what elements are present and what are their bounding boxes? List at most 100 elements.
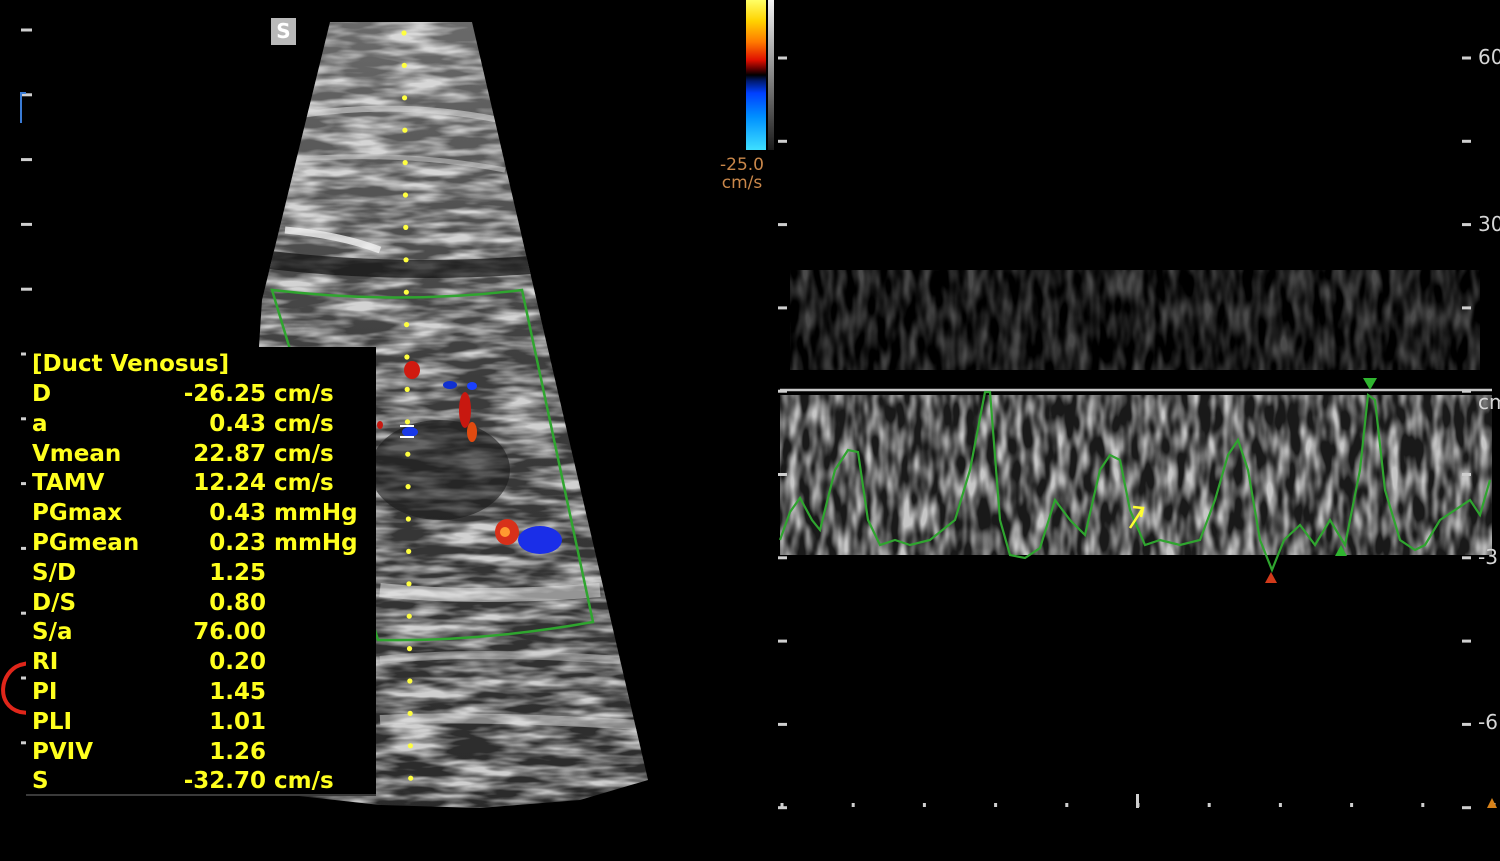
measurement-value: -32.70 — [183, 768, 266, 795]
measurement-row: PLI 1.01 — [26, 709, 376, 739]
measurement-label: PGmax — [32, 500, 123, 527]
measurement-label: RI — [32, 649, 59, 676]
velocity-label-neg60: -6 — [1478, 710, 1498, 734]
velocity-tick — [778, 56, 787, 60]
measurement-value: 76.00 — [193, 619, 266, 646]
measurement-row: PI 1.45 — [26, 679, 376, 709]
time-tick — [1207, 803, 1211, 807]
measurement-value: -26.25 — [183, 381, 266, 407]
depth-tick — [21, 287, 32, 291]
velocity-tick — [1462, 306, 1471, 310]
peak-marker-icon[interactable] — [1363, 378, 1377, 390]
cursor-dot — [405, 484, 411, 490]
measurement-label: PGmean — [32, 530, 140, 556]
cursor-dot — [401, 30, 407, 36]
cursor-dot — [407, 743, 414, 749]
measurement-value: 1.01 — [209, 708, 266, 735]
time-tick — [780, 803, 784, 807]
depth-tick — [21, 158, 32, 162]
measurement-label: S/D — [32, 559, 77, 586]
velocity-tick — [1462, 389, 1471, 393]
measurement-label: Vmean — [32, 440, 122, 467]
cursor-dot — [401, 62, 407, 68]
measurement-label: TAMV — [32, 470, 105, 497]
color-scale-bar — [746, 0, 766, 150]
measurement-label: S/a — [32, 619, 73, 646]
cursor-dot — [406, 613, 412, 619]
measurement-row: D -26.25 cm/s — [26, 381, 376, 411]
measurement-unit: mmHg — [274, 530, 358, 556]
velocity-tick — [778, 306, 787, 310]
measurement-value: 0.23 — [209, 530, 266, 556]
time-tick — [1350, 803, 1354, 807]
cursor-dot — [407, 710, 413, 717]
cursor-dot — [404, 419, 411, 425]
velocity-tick — [778, 556, 787, 560]
velocity-tick — [1462, 56, 1471, 60]
cursor-dot — [406, 646, 413, 652]
measurement-row: Vmean 22.87 cm/s — [26, 441, 376, 471]
measurement-unit: cm/s — [274, 410, 334, 437]
time-tick — [1065, 803, 1069, 807]
measurement-label: D — [32, 381, 52, 407]
cursor-dot — [405, 451, 411, 457]
measurement-row: S/D 1.25 — [26, 560, 376, 590]
measurement-label: S — [32, 768, 49, 795]
velocity-tick — [1462, 556, 1471, 560]
cursor-dot — [401, 95, 408, 101]
measurement-unit: mmHg — [274, 500, 358, 527]
velocity-tick — [1462, 722, 1471, 726]
measurement-row: PVIV 1.26 — [26, 739, 376, 769]
time-tick — [851, 803, 855, 807]
cursor-dot — [403, 224, 409, 230]
velocity-tick — [1462, 473, 1471, 476]
velocity-tick — [1462, 139, 1471, 143]
focus-marker-icon — [20, 92, 26, 123]
measurement-value: 1.25 — [209, 559, 266, 586]
doppler-spectrum — [780, 270, 1492, 555]
measurement-value: 12.24 — [193, 470, 266, 497]
a-wave-marker-icon[interactable] — [1265, 572, 1277, 583]
cursor-dot — [404, 354, 410, 360]
velocity-tick — [778, 223, 787, 227]
cursor-dot — [405, 516, 411, 522]
measurement-label: PLI — [32, 708, 73, 735]
velocity-tick — [778, 389, 787, 393]
velocity-tick — [778, 639, 787, 643]
cursor-dot — [404, 322, 410, 328]
color-scale-side — [768, 0, 774, 150]
velocity-tick — [778, 473, 787, 476]
time-scale — [780, 794, 1496, 808]
color-scale-value: -25.0 — [720, 155, 764, 175]
measurement-row: RI 0.20 — [26, 649, 376, 679]
velocity-tick — [778, 722, 787, 726]
time-tick — [994, 803, 998, 807]
measurement-row: PGmean 0.23 mmHg — [26, 530, 376, 560]
measurement-value: 0.20 — [209, 649, 266, 676]
cursor-dot — [408, 775, 414, 781]
measurement-label: D/S — [32, 589, 77, 616]
cursor-dot — [407, 678, 413, 684]
measurement-value: 0.43 — [209, 500, 266, 527]
velocity-label-60: 60 — [1478, 45, 1500, 69]
measurement-row: TAMV 12.24 cm/s — [26, 470, 376, 500]
cursor-dot — [402, 127, 408, 133]
measurement-row: a 0.43 cm/s — [26, 411, 376, 441]
measurement-title: [Duct Venosus] — [32, 351, 230, 377]
cursor-dot — [404, 386, 410, 392]
time-tick-major — [1136, 794, 1139, 808]
measurement-row: S/a 76.00 — [26, 619, 376, 649]
measurement-unit: cm/s — [274, 768, 334, 795]
measurement-unit: cm/s — [274, 440, 334, 467]
measurement-unit: cm/s — [274, 381, 334, 407]
cursor-dot — [402, 192, 409, 198]
cursor-dot — [403, 257, 409, 263]
velocity-tick — [778, 139, 787, 143]
cursor-dot — [402, 160, 408, 166]
measurement-row: D/S 0.80 — [26, 590, 376, 620]
time-tick — [1421, 803, 1425, 807]
measurement-label: PVIV — [32, 738, 94, 765]
measurement-label: PI — [32, 679, 58, 705]
measurement-value: 22.87 — [193, 440, 266, 467]
ultrasound-screen: S -25.0 cm/s 60 30 cm -3 -6 [Duct Venosu… — [0, 0, 1500, 861]
